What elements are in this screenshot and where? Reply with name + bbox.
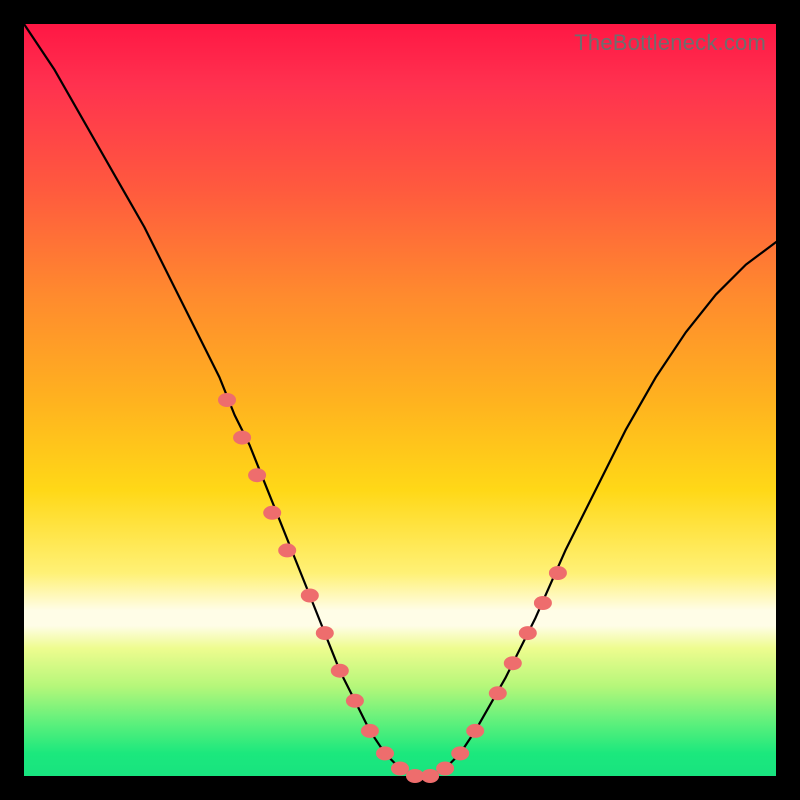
bead-marker [504, 656, 522, 670]
bead-marker [421, 769, 439, 783]
bead-marker [361, 724, 379, 738]
bottleneck-curve [24, 24, 776, 776]
bead-marker [248, 468, 266, 482]
bead-marker [346, 694, 364, 708]
plot-area: TheBottleneck.com [24, 24, 776, 776]
bead-marker [218, 393, 236, 407]
bead-marker [534, 596, 552, 610]
bead-marker [489, 686, 507, 700]
bead-marker [316, 626, 334, 640]
chart-frame: TheBottleneck.com [0, 0, 800, 800]
bead-marker [549, 566, 567, 580]
bead-marker [451, 746, 469, 760]
bead-marker [331, 664, 349, 678]
bead-marker [301, 589, 319, 603]
bead-marker [436, 762, 454, 776]
bead-marker [466, 724, 484, 738]
bead-marker [263, 506, 281, 520]
bead-marker [376, 746, 394, 760]
bead-markers [218, 393, 567, 783]
bead-marker [278, 543, 296, 557]
bead-marker [519, 626, 537, 640]
curve-svg [24, 24, 776, 776]
bead-marker [233, 431, 251, 445]
bead-marker [391, 762, 409, 776]
